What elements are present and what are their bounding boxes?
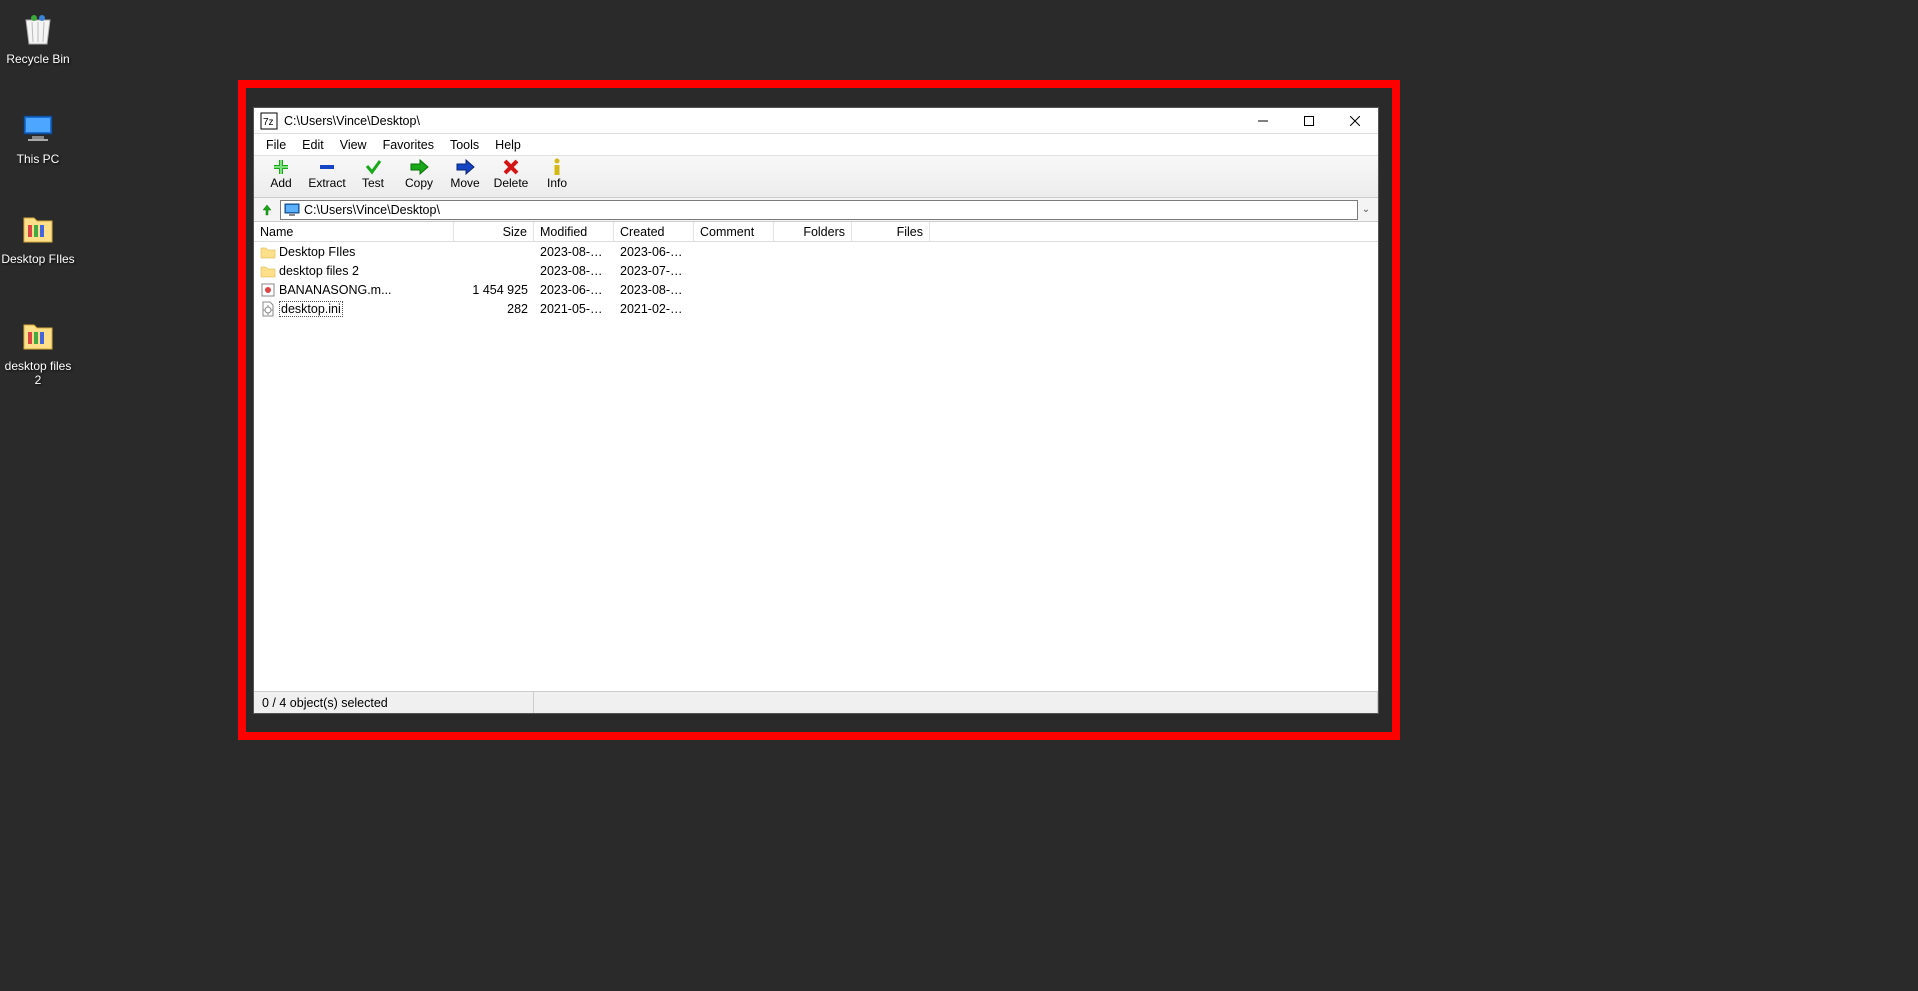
menu-tools[interactable]: Tools (442, 136, 487, 154)
desktop-icon-this-pc[interactable]: This PC (0, 108, 76, 166)
file-size: 282 (454, 302, 534, 316)
status-text: 0 / 4 object(s) selected (254, 692, 534, 713)
maximize-button[interactable] (1286, 108, 1332, 134)
file-modified: 2023-06-20... (534, 283, 614, 297)
close-button[interactable] (1332, 108, 1378, 134)
desktop-icon-label: Desktop FIles (1, 252, 74, 266)
menu-bar: FileEditViewFavoritesToolsHelp (254, 134, 1378, 156)
toolbar-label: Add (270, 176, 291, 190)
toolbar-label: Delete (494, 176, 529, 190)
toolbar-test-button[interactable]: Test (352, 159, 394, 190)
column-header-created[interactable]: Created (614, 222, 694, 241)
column-header-comment[interactable]: Comment (694, 222, 774, 241)
file-row[interactable]: desktop.ini 2822021-05-23...2021-02-28... (254, 299, 1378, 318)
toolbar-label: Test (362, 176, 384, 190)
desktop-icon-label: This PC (17, 152, 60, 166)
column-header-size[interactable]: Size (454, 222, 534, 241)
file-name: desktop.ini (279, 302, 343, 316)
address-dropdown-button[interactable]: ⌄ (1358, 204, 1374, 215)
plus-icon (271, 159, 291, 175)
menu-edit[interactable]: Edit (294, 136, 332, 154)
media-icon (260, 282, 276, 298)
file-created: 2023-08-27... (614, 283, 694, 297)
desktop-icon-desktop-files-2[interactable]: desktop files 2 (0, 315, 76, 388)
toolbar-copy-button[interactable]: Copy (398, 159, 440, 190)
address-input[interactable]: C:\Users\Vince\Desktop\ (280, 200, 1358, 220)
file-created: 2021-02-28... (614, 302, 694, 316)
arrow-right-green-icon (409, 159, 429, 175)
file-row[interactable]: Desktop FIles 2023-08-27...2023-06-14... (254, 242, 1378, 261)
column-header-files[interactable]: Files (852, 222, 930, 241)
column-header-folders[interactable]: Folders (774, 222, 852, 241)
folder-icon (18, 208, 58, 248)
file-name: Desktop FIles (279, 245, 355, 259)
minus-icon (317, 159, 337, 175)
file-modified: 2021-05-23... (534, 302, 614, 316)
toolbar-delete-button[interactable]: Delete (490, 159, 532, 190)
file-list-header: NameSizeModifiedCreatedCommentFoldersFil… (254, 222, 1378, 242)
toolbar-add-button[interactable]: Add (260, 159, 302, 190)
toolbar: Add Extract Test Copy Move Delete Info (254, 156, 1378, 198)
title-bar[interactable]: 7z C:\Users\Vince\Desktop\ (254, 108, 1378, 134)
status-bar: 0 / 4 object(s) selected (254, 691, 1378, 713)
column-header-modified[interactable]: Modified (534, 222, 614, 241)
file-created: 2023-07-26... (614, 264, 694, 278)
file-row[interactable]: desktop files 2 2023-08-27...2023-07-26..… (254, 261, 1378, 280)
arrow-right-blue-icon (455, 159, 475, 175)
folder-icon (18, 315, 58, 355)
desktop-icon-recycle-bin[interactable]: Recycle Bin (0, 8, 76, 66)
toolbar-label: Info (547, 176, 567, 190)
window-title: C:\Users\Vince\Desktop\ (284, 114, 1240, 128)
menu-favorites[interactable]: Favorites (375, 136, 442, 154)
folder-icon (260, 263, 276, 279)
folder-icon (260, 244, 276, 260)
file-list: NameSizeModifiedCreatedCommentFoldersFil… (254, 222, 1378, 691)
svg-text:7z: 7z (263, 117, 274, 128)
sevenzip-window: 7z C:\Users\Vince\Desktop\ FileEditViewF… (253, 107, 1379, 714)
check-icon (363, 159, 383, 175)
desktop-icon-label: desktop files 2 (0, 359, 76, 388)
desktop-icon-desktop-files[interactable]: Desktop FIles (0, 208, 76, 266)
toolbar-extract-button[interactable]: Extract (306, 159, 348, 190)
address-bar: C:\Users\Vince\Desktop\ ⌄ (254, 198, 1378, 222)
column-header-name[interactable]: Name (254, 222, 454, 241)
file-modified: 2023-08-27... (534, 264, 614, 278)
menu-help[interactable]: Help (487, 136, 529, 154)
file-row[interactable]: BANANASONG.m... 1 454 9252023-06-20...202… (254, 280, 1378, 299)
computer-icon (284, 203, 300, 217)
recycle-icon (18, 8, 58, 48)
up-one-level-button[interactable] (258, 201, 276, 219)
file-name: BANANASONG.m... (279, 283, 392, 297)
x-red-icon (501, 159, 521, 175)
toolbar-label: Extract (308, 176, 345, 190)
toolbar-move-button[interactable]: Move (444, 159, 486, 190)
menu-file[interactable]: File (258, 136, 294, 154)
sevenzip-icon: 7z (260, 112, 278, 130)
desktop-icon-label: Recycle Bin (6, 52, 69, 66)
file-size: 1 454 925 (454, 283, 534, 297)
minimize-button[interactable] (1240, 108, 1286, 134)
address-text: C:\Users\Vince\Desktop\ (304, 203, 440, 217)
toolbar-label: Copy (405, 176, 433, 190)
toolbar-info-button[interactable]: Info (536, 159, 578, 190)
toolbar-label: Move (450, 176, 479, 190)
ini-icon (260, 301, 276, 317)
info-icon (547, 159, 567, 175)
file-modified: 2023-08-27... (534, 245, 614, 259)
menu-view[interactable]: View (332, 136, 375, 154)
file-name: desktop files 2 (279, 264, 359, 278)
pc-icon (18, 108, 58, 148)
file-created: 2023-06-14... (614, 245, 694, 259)
